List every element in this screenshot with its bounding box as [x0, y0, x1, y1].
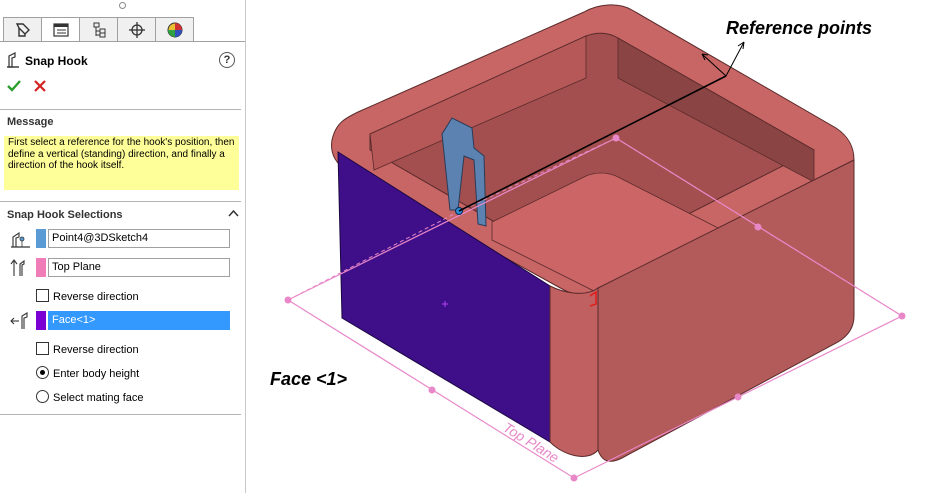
tab-configuration-manager[interactable] [79, 17, 117, 42]
box-front-corner[interactable] [549, 285, 599, 457]
reverse-direction-checkbox-1[interactable]: Reverse direction [36, 289, 139, 303]
select-mating-face-radio[interactable]: Select mating face [36, 390, 144, 404]
graphics-area[interactable]: Top Plane Reference points Face <1> [246, 0, 926, 493]
tab-display-manager[interactable] [155, 17, 194, 42]
tab-divider [0, 41, 245, 42]
vertical-reference-field[interactable]: Top Plane [48, 258, 230, 277]
model-view[interactable]: Top Plane [246, 0, 926, 493]
configuration-manager-icon [93, 22, 105, 37]
reference-points-annotation: Reference points [726, 18, 873, 38]
position-reference-field[interactable]: Point4@3DSketch4 [48, 229, 230, 248]
radio-label: Enter body height [53, 368, 140, 380]
snap-hook-icon [7, 52, 19, 68]
property-manager-icon [52, 22, 69, 37]
dimxpert-manager-icon [128, 21, 145, 38]
radio-button[interactable] [36, 390, 49, 403]
reverse-direction-checkbox-2[interactable]: Reverse direction [36, 342, 139, 356]
cancel-button[interactable] [34, 80, 46, 92]
tab-dimxpert-manager[interactable] [117, 17, 155, 42]
chevron-up-icon[interactable] [228, 209, 239, 217]
selections-header[interactable]: Snap Hook Selections [7, 209, 123, 221]
section-divider [0, 201, 241, 202]
hook-direction-icon [10, 312, 28, 329]
feature-manager-icon [15, 22, 30, 37]
tab-feature-manager[interactable] [3, 17, 41, 42]
feature-title: Snap Hook [25, 54, 88, 68]
display-manager-icon [167, 22, 182, 37]
tab-property-manager[interactable] [41, 17, 79, 42]
enter-body-height-radio[interactable]: Enter body height [36, 366, 139, 380]
radio-button[interactable] [36, 366, 49, 379]
panel-grip-handle[interactable] [119, 2, 126, 9]
checkbox-box[interactable] [36, 342, 49, 355]
manager-tabs [3, 17, 194, 42]
message-text: First select a reference for the hook's … [4, 136, 239, 190]
property-manager-panel: Snap Hook ? Message First select a refer… [0, 0, 246, 493]
checkbox-label: Reverse direction [53, 344, 139, 356]
position-reference-icon [11, 231, 30, 248]
hook-direction-field[interactable]: Face<1> [48, 311, 230, 330]
feature-title-row: Snap Hook ? [0, 51, 245, 71]
hook-direction-swatch [36, 311, 46, 330]
radio-label: Select mating face [53, 392, 144, 404]
section-divider [0, 414, 241, 415]
vertical-ref-swatch [36, 258, 46, 277]
ok-button[interactable] [7, 79, 21, 93]
checkbox-box[interactable] [36, 289, 49, 302]
vertical-direction-icon [10, 259, 25, 276]
face-annotation: Face <1> [270, 369, 348, 389]
help-icon[interactable]: ? [219, 52, 235, 68]
message-header[interactable]: Message [7, 116, 53, 128]
section-divider [0, 109, 241, 110]
checkbox-label: Reverse direction [53, 291, 139, 303]
position-ref-swatch [36, 229, 46, 248]
